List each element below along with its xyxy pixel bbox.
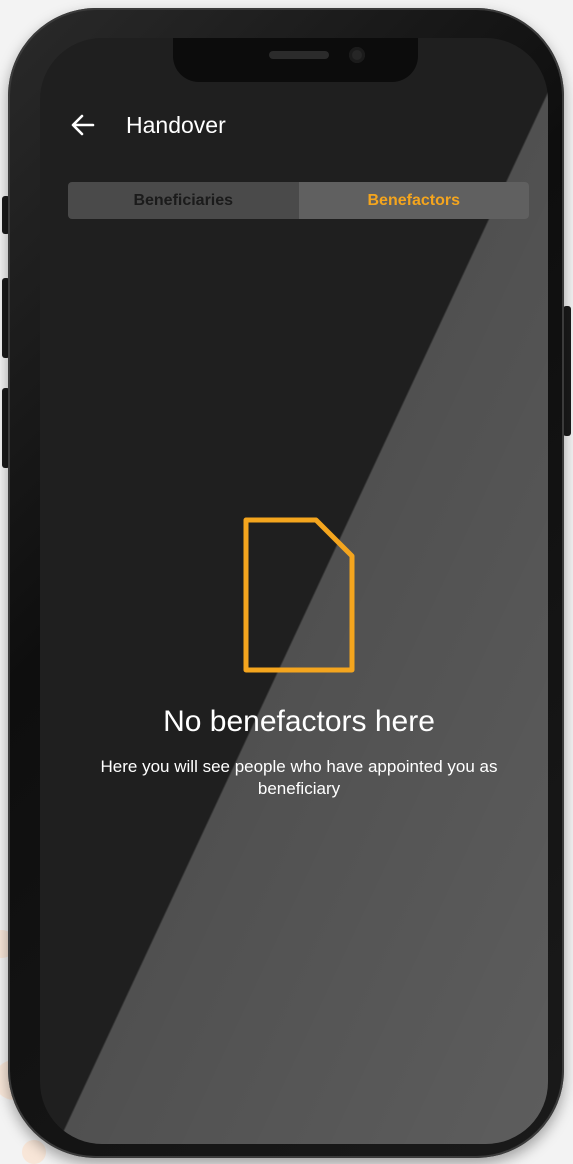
phone-screen: Handover Beneficiaries Benefactors No be… <box>40 38 548 1144</box>
app-header: Handover <box>40 104 548 144</box>
background-decoration <box>22 1140 46 1164</box>
empty-state-title: No benefactors here <box>163 705 435 738</box>
camera <box>349 47 365 63</box>
page-title: Handover <box>126 112 226 138</box>
arrow-left-icon <box>71 114 95 136</box>
phone-side-button <box>563 306 571 436</box>
tab-beneficiaries[interactable]: Beneficiaries <box>68 182 299 219</box>
document-outline-icon <box>243 517 355 673</box>
segmented-tabs: Beneficiaries Benefactors <box>68 182 529 219</box>
back-button[interactable] <box>68 110 98 140</box>
page: Handover Beneficiaries Benefactors No be… <box>0 0 573 1164</box>
phone-notch <box>173 38 418 82</box>
tab-benefactors[interactable]: Benefactors <box>298 182 529 219</box>
empty-state-description: Here you will see people who have appoin… <box>100 757 498 798</box>
speaker <box>269 51 329 59</box>
phone-frame: Handover Beneficiaries Benefactors No be… <box>8 8 564 1158</box>
